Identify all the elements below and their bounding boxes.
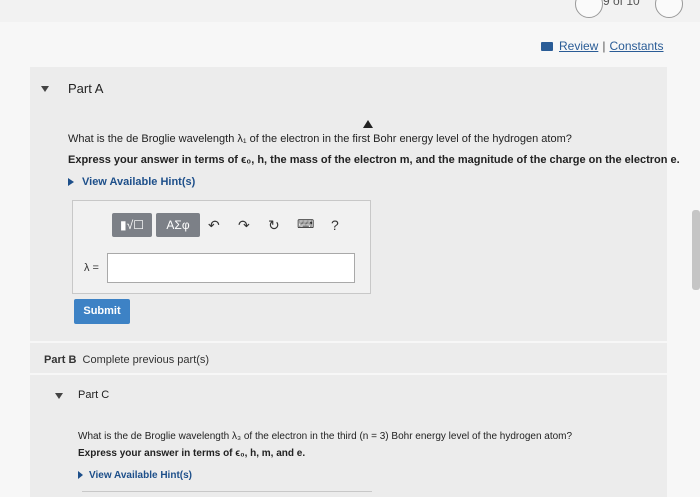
collapse-part-a-icon[interactable] bbox=[41, 86, 49, 92]
answer-input[interactable] bbox=[107, 253, 355, 283]
expand-arrow-icon bbox=[68, 178, 74, 187]
submit-button[interactable]: Submit bbox=[74, 299, 130, 324]
keyboard-icon[interactable]: ⌨ bbox=[297, 217, 314, 231]
reset-icon[interactable]: ↻ bbox=[268, 217, 280, 234]
greek-symbols-button[interactable]: ΑΣφ bbox=[156, 213, 200, 237]
scrollbar[interactable] bbox=[692, 210, 700, 290]
part-a-title: Part A bbox=[68, 81, 104, 96]
part-b-label: Part B bbox=[44, 354, 77, 366]
part-c-hint-toggle[interactable]: View Available Hint(s) bbox=[78, 470, 192, 481]
part-c-instruction: Express your answer in terms of ϵ₀, h, m… bbox=[78, 448, 306, 459]
part-a-header[interactable] bbox=[30, 67, 667, 109]
hint-label: View Available Hint(s) bbox=[82, 176, 196, 188]
part-c-title: Part C bbox=[78, 389, 110, 401]
redo-icon[interactable]: ↷ bbox=[238, 217, 250, 234]
page-counter: 9 of 10 bbox=[603, 0, 640, 8]
help-icon[interactable]: ? bbox=[331, 217, 339, 233]
links-separator: | bbox=[602, 39, 606, 53]
expand-arrow-icon bbox=[78, 471, 83, 480]
constants-link[interactable]: Constants bbox=[609, 39, 663, 53]
mouse-cursor-icon bbox=[363, 120, 373, 128]
review-link[interactable]: Review bbox=[559, 39, 598, 53]
answer-label: λ = bbox=[84, 262, 99, 274]
part-a-hint-toggle[interactable]: View Available Hint(s) bbox=[68, 176, 195, 188]
divider bbox=[82, 491, 372, 492]
part-a-instruction: Express your answer in terms of ϵ₀, h, t… bbox=[68, 154, 680, 166]
part-b-text: Complete previous part(s) bbox=[82, 354, 210, 366]
template-button[interactable]: ▮√☐ bbox=[112, 213, 152, 237]
part-a-question: What is the de Broglie wavelength λ₁ of … bbox=[68, 133, 572, 145]
collapse-part-c-icon[interactable] bbox=[55, 393, 63, 399]
undo-icon[interactable]: ↶ bbox=[208, 217, 220, 234]
header-links: Review | Constants bbox=[541, 39, 664, 53]
part-c-question: What is the de Broglie wavelength λ₃ of … bbox=[78, 431, 573, 442]
hint-label: View Available Hint(s) bbox=[89, 470, 192, 481]
part-b-status: Part B Complete previous part(s) bbox=[44, 354, 209, 366]
book-icon bbox=[541, 42, 553, 52]
